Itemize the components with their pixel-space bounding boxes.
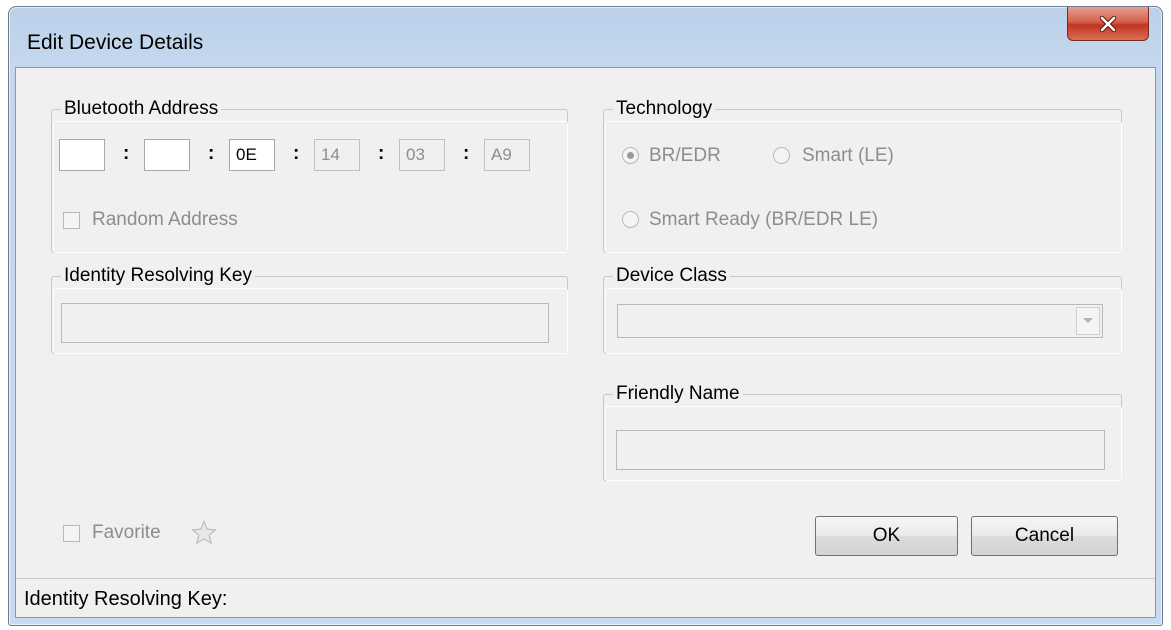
status-bar-text: Identity Resolving Key:: [24, 588, 228, 610]
address-separator: :: [123, 143, 130, 164]
address-octet-2[interactable]: [144, 139, 190, 171]
address-separator: :: [208, 143, 215, 164]
chevron-down-icon: [1083, 318, 1093, 323]
device-class-dropdown[interactable]: [617, 304, 1103, 338]
favorite-checkbox[interactable]: [63, 525, 80, 542]
random-address-checkbox[interactable]: [63, 212, 80, 229]
radio-smart-le[interactable]: [773, 147, 790, 164]
bluetooth-address-legend: Bluetooth Address: [61, 98, 222, 120]
device-class-legend: Device Class: [613, 265, 730, 287]
dialog-client-area: Bluetooth Address : : 0E : 14 : 03 : A9 …: [15, 67, 1156, 618]
identity-resolving-key-input[interactable]: [61, 303, 549, 343]
technology-legend: Technology: [613, 98, 716, 120]
title-bar[interactable]: Edit Device Details: [9, 7, 1162, 54]
close-icon: [1099, 15, 1117, 32]
radio-smart-ready-label: Smart Ready (BR/EDR LE): [649, 209, 879, 230]
address-separator: :: [293, 143, 300, 164]
friendly-name-input[interactable]: [616, 430, 1105, 470]
edit-device-details-dialog: Edit Device Details Bluetooth Address : …: [8, 6, 1163, 626]
radio-smart-le-label: Smart (LE): [802, 145, 894, 166]
address-octet-5: 03: [399, 139, 445, 171]
radio-br-edr[interactable]: [622, 147, 639, 164]
friendly-name-legend: Friendly Name: [613, 383, 743, 405]
address-octet-3[interactable]: 0E: [229, 139, 275, 171]
radio-smart-ready[interactable]: [622, 211, 639, 228]
status-bar: Identity Resolving Key:: [16, 578, 1155, 617]
ok-button[interactable]: OK: [815, 516, 958, 556]
random-address-label: Random Address: [92, 209, 238, 230]
cancel-button[interactable]: Cancel: [971, 516, 1118, 556]
star-icon[interactable]: [191, 520, 217, 545]
address-separator: :: [463, 143, 470, 164]
address-octet-6: A9: [484, 139, 530, 171]
address-octet-4: 14: [314, 139, 360, 171]
dropdown-arrow-button[interactable]: [1076, 307, 1100, 335]
identity-resolving-key-legend: Identity Resolving Key: [61, 265, 255, 287]
favorite-label: Favorite: [92, 522, 161, 543]
close-button[interactable]: [1067, 7, 1149, 41]
radio-br-edr-label: BR/EDR: [649, 145, 721, 166]
address-separator: :: [378, 143, 385, 164]
window-title: Edit Device Details: [27, 31, 204, 54]
address-octet-1[interactable]: [59, 139, 105, 171]
